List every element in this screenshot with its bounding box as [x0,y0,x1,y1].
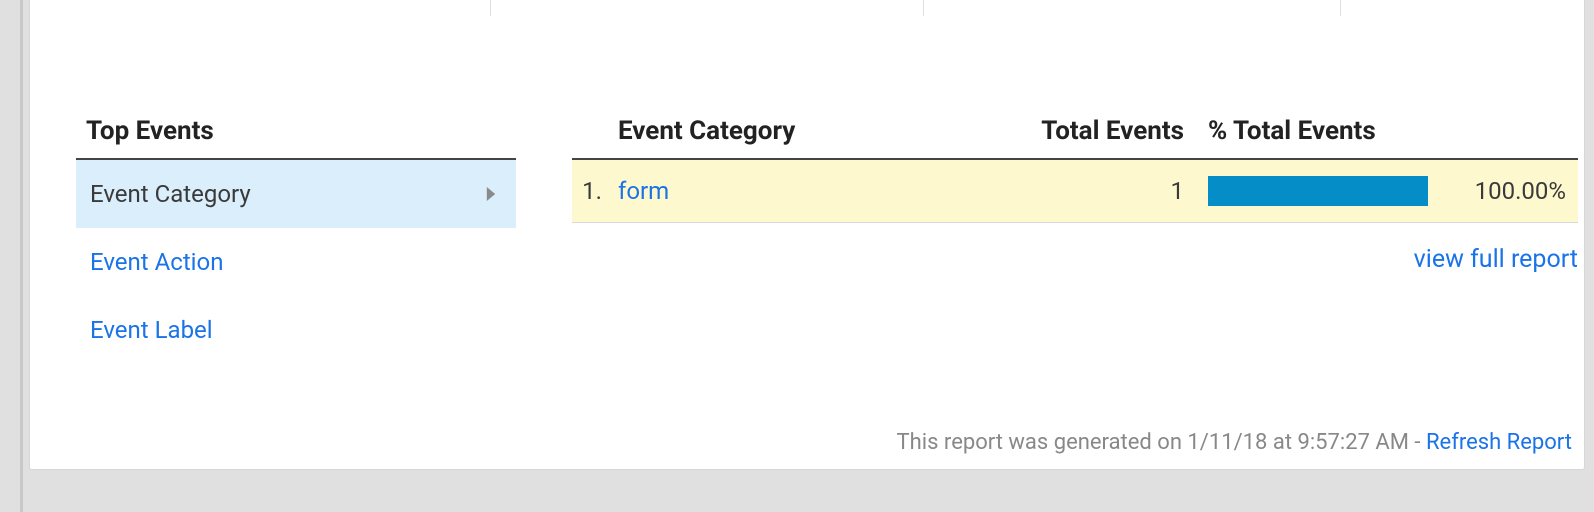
col-index-header [572,116,618,146]
footer-timestamp: 1/11/18 at 9:57:27 AM [1187,430,1409,455]
nav-item-event-category[interactable]: Event Category [76,160,516,228]
table-header-row: Event Category Total Events % Total Even… [572,116,1578,160]
pct-bar [1208,176,1428,206]
nav-item-label: Event Label [90,316,213,344]
col-event-category-header: Event Category [618,116,1008,146]
panel-body: Top Events Event Category Event Action E… [30,16,1584,364]
refresh-report-link[interactable]: Refresh Report [1426,430,1572,455]
row-total-events: 1 [1008,177,1208,205]
nav-item-event-label[interactable]: Event Label [76,296,516,364]
pct-bar-fill [1208,176,1428,206]
footer-prefix: This report was generated on [897,430,1188,455]
page-left-gutter: Top Events Event Category Event Action E… [20,0,1594,512]
row-event-category: form [618,177,1008,205]
top-events-nav: Top Events Event Category Event Action E… [76,116,516,364]
report-card: Top Events Event Category Event Action E… [29,0,1585,470]
events-table: Event Category Total Events % Total Even… [572,116,1578,364]
view-full-report-link[interactable]: view full report [1414,245,1578,274]
col-pct-total-events-header: % Total Events [1208,116,1578,146]
nav-item-event-action[interactable]: Event Action [76,228,516,296]
nav-item-label: Event Action [90,248,223,276]
nav-item-label: Event Category [90,180,251,208]
row-index: 1. [572,177,618,205]
footer-sep: - [1409,430,1426,455]
row-pct-cell: 100.00% [1208,176,1578,206]
report-generated-footer: This report was generated on 1/11/18 at … [897,430,1572,455]
table-row: 1. form 1 100.00% [572,160,1578,223]
col-total-events-header: Total Events [1008,116,1208,146]
tab-divider-row [30,0,1584,16]
row-pct-text: 100.00% [1442,177,1578,205]
chevron-right-icon [484,187,498,201]
event-category-link[interactable]: form [618,177,669,205]
view-full-report-wrap: view full report [572,245,1578,274]
nav-header: Top Events [76,116,516,160]
